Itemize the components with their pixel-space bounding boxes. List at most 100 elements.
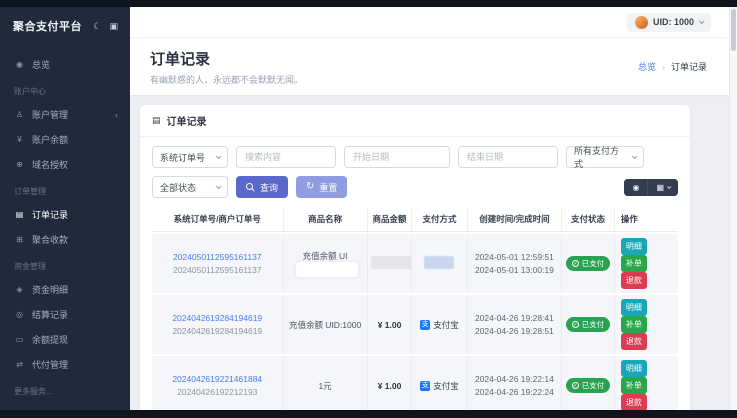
order-numbers-cell: 202404261922146188420240426192212193 <box>152 356 284 415</box>
scrollbar <box>729 7 737 410</box>
sidebar-item-list[interactable]: ▤订单记录 <box>0 202 130 227</box>
page-subtitle: 有幽默感的人，永远都不会默默无闻。 <box>150 73 303 86</box>
order-table-wrapper: 系统订单号/商户订单号商品名称商品金额支付方式创建时间/完成时间支付状态操作 2… <box>152 206 678 418</box>
merchant-order-number: 2024042619284194619 <box>155 325 280 337</box>
status-cell: ✓已支付 <box>562 295 615 354</box>
column-header: 创建时间/完成时间 <box>468 208 563 232</box>
system-order-link[interactable]: 2024042619284194619 <box>155 312 280 324</box>
sidebar-section-header: 更多服务... <box>0 377 130 402</box>
column-header: 系统订单号/商户订单号 <box>152 208 284 232</box>
sidebar-item-label: 聚合收款 <box>32 233 68 246</box>
topbar: UID: 1000 <box>130 7 737 38</box>
list-icon: ▤ <box>14 210 25 219</box>
scrollbar-thumb[interactable] <box>731 9 736 51</box>
sidebar-section-header: 资金管理 <box>0 252 130 277</box>
shield-icon[interactable]: ▣ <box>109 21 118 32</box>
status-select[interactable]: 全部状态 <box>152 176 228 198</box>
sidebar-item-transfer[interactable]: ⇄代付管理 <box>0 352 130 377</box>
uid-label: UID: 1000 <box>653 17 694 27</box>
payment-method: 支支付宝 <box>415 380 463 392</box>
order-table: 系统订单号/商户订单号商品名称商品金额支付方式创建时间/完成时间支付状态操作 2… <box>152 206 678 418</box>
detail-button[interactable]: 明细 <box>621 238 647 255</box>
refresh-icon: ↻ <box>306 182 314 192</box>
breadcrumb-root[interactable]: 总览 <box>638 60 656 73</box>
card-title: 订单记录 <box>167 113 207 128</box>
sidebar-item-search[interactable]: ◎结算记录 <box>0 302 130 327</box>
refund-button[interactable]: 退款 <box>621 272 647 289</box>
table-layout-button[interactable]: ▦ <box>647 179 678 196</box>
sidebar-section-header: 账户中心 <box>0 77 130 102</box>
created-time: 2024-04-26 19:28:41 <box>471 312 559 325</box>
sidebar: 聚合支付平台 ☾ ▣ ◉总览账户中心♙账户管理‹¥账户余额⊕域名授权订单管理▤订… <box>0 7 130 410</box>
order-field-select[interactable]: 系统订单号 <box>152 146 228 168</box>
time-cell: 2024-04-26 19:22:142024-04-26 19:22:24 <box>468 356 563 415</box>
sidebar-section-header: 订单管理 <box>0 177 130 202</box>
sidebar-item-dashboard[interactable]: ◉总览 <box>0 52 130 77</box>
chevron-down-icon <box>667 184 671 188</box>
search-input[interactable] <box>236 146 336 168</box>
sidebar-item-grid[interactable]: ⊞聚合收款 <box>0 227 130 252</box>
product-name: 充值余额 UID:1000 <box>289 320 361 330</box>
actions-cell: 明细补单退款 <box>615 234 678 293</box>
sidebar-item-user[interactable]: ♙账户管理‹ <box>0 102 130 127</box>
chevron-collapse-icon: ‹ <box>115 110 118 120</box>
chevron-down-icon <box>632 153 638 159</box>
globe-icon: ⊕ <box>14 160 25 169</box>
avatar <box>635 16 648 29</box>
sidebar-logo-row: 聚合支付平台 ☾ ▣ <box>0 7 130 44</box>
detail-button[interactable]: 明细 <box>621 360 647 377</box>
status-badge: ✓已支付 <box>566 378 611 393</box>
reissue-button[interactable]: 补单 <box>621 255 647 272</box>
completed-time: 2024-04-26 19:28:51 <box>471 325 559 338</box>
merchant-order-number: 2024050112595161137 <box>155 264 280 276</box>
redacted-patch <box>371 256 413 269</box>
window-frame-top <box>0 0 737 7</box>
sidebar-item-diamond[interactable]: ◈资金明细 <box>0 277 130 302</box>
card-header: ▤ 订单记录 <box>140 105 690 137</box>
diamond-icon: ◈ <box>14 285 25 294</box>
start-date-input[interactable] <box>344 146 450 168</box>
page-title: 订单记录 <box>150 48 303 69</box>
query-button[interactable]: 查询 <box>236 176 288 198</box>
system-order-link[interactable]: 2024050112595161137 <box>155 251 280 263</box>
moon-icon[interactable]: ☾ <box>93 21 101 32</box>
payment-label: 支付宝 <box>433 319 459 331</box>
sidebar-item-pencil[interactable]: ✎开发文档 <box>0 402 130 410</box>
breadcrumb: 总览 › 订单记录 <box>638 60 707 73</box>
window-frame-bottom <box>0 410 737 418</box>
reissue-button[interactable]: 补单 <box>621 377 647 394</box>
user-menu[interactable]: UID: 1000 <box>627 13 711 32</box>
refund-button[interactable]: 退款 <box>621 333 647 350</box>
content: ▤ 订单记录 系统订单号 所有支付方式 全部状态 <box>130 95 737 418</box>
refund-button[interactable]: 退款 <box>621 394 647 411</box>
product-name: 充值余额 UI <box>303 251 348 261</box>
end-date-input[interactable] <box>458 146 558 168</box>
reissue-button[interactable]: 补单 <box>621 316 647 333</box>
sidebar-item-yen[interactable]: ¥账户余额 <box>0 127 130 152</box>
detail-button[interactable]: 明细 <box>621 299 647 316</box>
payment-method-cell <box>412 234 467 293</box>
search-icon <box>246 183 255 192</box>
chevron-down-icon <box>216 153 222 159</box>
sidebar-item-label: 结算记录 <box>32 308 68 321</box>
payment-method-cell: 支支付宝 <box>412 356 467 415</box>
amount-value: ¥ 1.00 <box>378 320 402 330</box>
reset-button[interactable]: ↻ 重置 <box>296 176 347 198</box>
app-logo: 聚合支付平台 <box>13 18 85 34</box>
product-name-cell: 充值余额 UI <box>284 234 368 293</box>
check-icon: ✓ <box>572 260 579 267</box>
column-header: 操作 <box>615 208 678 232</box>
alipay-icon: 支 <box>420 381 430 391</box>
system-order-link[interactable]: 2024042619221461884 <box>155 373 280 385</box>
payment-method-select[interactable]: 所有支付方式 <box>566 146 644 168</box>
sidebar-item-card[interactable]: ▭余额提现 <box>0 327 130 352</box>
order-records-card: ▤ 订单记录 系统订单号 所有支付方式 全部状态 <box>140 105 690 418</box>
sidebar-item-globe[interactable]: ⊕域名授权 <box>0 152 130 177</box>
breadcrumb-current: 订单记录 <box>671 60 707 73</box>
toggle-columns-button[interactable]: ◉ <box>624 179 647 196</box>
column-header: 商品金额 <box>368 208 413 232</box>
redacted-patch <box>424 256 454 269</box>
column-header: 支付方式 <box>412 208 467 232</box>
time-cell: 2024-04-26 19:28:412024-04-26 19:28:51 <box>468 295 563 354</box>
chevron-down-icon <box>699 18 705 24</box>
